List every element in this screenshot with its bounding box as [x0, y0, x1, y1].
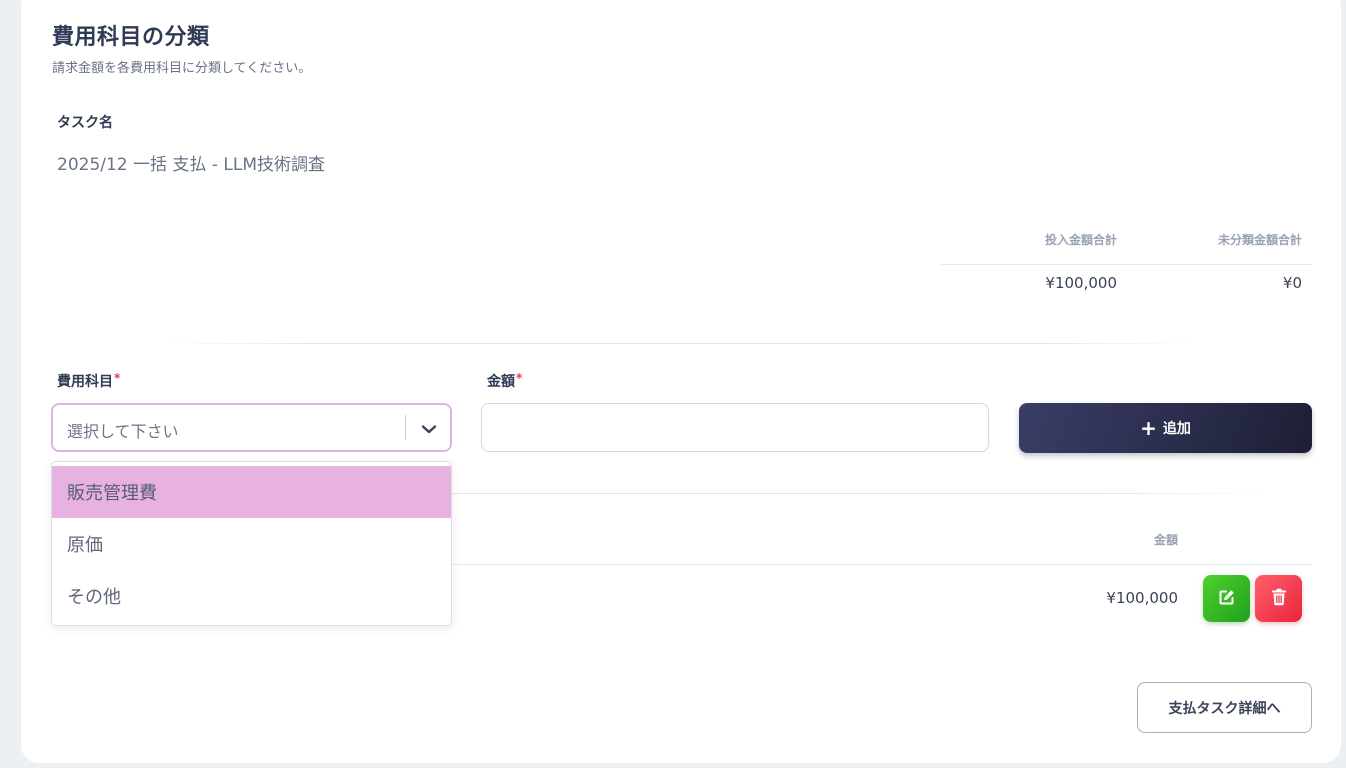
- amount-input[interactable]: [481, 403, 989, 452]
- task-name-label: タスク名: [57, 115, 113, 131]
- unclassified-total-label: 未分類金額合計: [1217, 233, 1302, 247]
- table-header-divider: [452, 564, 1312, 565]
- dropdown-option[interactable]: 原価: [52, 518, 451, 570]
- select-indicator-separator: [405, 415, 406, 440]
- chevron-down-icon[interactable]: [417, 417, 441, 441]
- edit-button[interactable]: [1203, 575, 1250, 622]
- amount-label-text: 金額: [487, 374, 515, 390]
- unclassified-total-value: ¥0: [1282, 274, 1302, 292]
- summary-divider: [941, 264, 1312, 265]
- amount-field-label: 金額*: [487, 371, 522, 391]
- category-select[interactable]: 選択して下さい: [51, 403, 452, 452]
- main-card: [21, 0, 1341, 763]
- edit-icon: [1218, 588, 1236, 609]
- required-mark: *: [516, 371, 523, 385]
- category-select-placeholder: 選択して下さい: [67, 422, 179, 441]
- required-mark: *: [114, 371, 121, 385]
- section-divider: [160, 343, 1195, 344]
- table-row-amount: ¥100,000: [1106, 589, 1178, 607]
- input-total-value: ¥100,000: [1045, 274, 1117, 292]
- dropdown-option[interactable]: 販売管理費: [52, 466, 451, 518]
- table-header-amount: 金額: [1153, 533, 1178, 547]
- page-subtitle: 請求金額を各費用科目に分類してください。: [52, 61, 312, 76]
- category-label-text: 費用科目: [57, 374, 113, 390]
- add-button[interactable]: + 追加: [1019, 403, 1312, 453]
- add-button-label: 追加: [1162, 421, 1191, 437]
- input-total-label: 投入金額合計: [1044, 233, 1117, 247]
- task-name-value: 2025/12 一括 支払 - LLM技術調査: [57, 155, 325, 175]
- category-field-label: 費用科目*: [57, 371, 120, 391]
- trash-icon: [1271, 588, 1287, 609]
- delete-button[interactable]: [1255, 575, 1302, 622]
- payment-task-detail-button[interactable]: 支払タスク詳細へ: [1137, 682, 1312, 733]
- plus-icon: +: [1140, 416, 1157, 440]
- category-dropdown-menu: 販売管理費 原価 その他: [51, 461, 452, 626]
- dropdown-option[interactable]: その他: [52, 570, 451, 622]
- page-title: 費用科目の分類: [52, 25, 210, 50]
